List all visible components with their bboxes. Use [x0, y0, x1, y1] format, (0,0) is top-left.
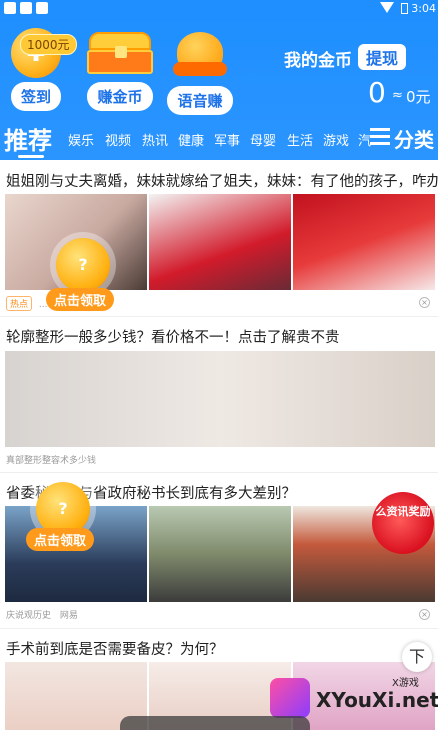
watermark-logo-icon	[270, 678, 310, 718]
reward-badge: 1000元	[20, 34, 77, 55]
article-thumbnail[interactable]	[149, 194, 291, 290]
wifi-icon	[380, 2, 394, 13]
tab-games[interactable]: 游戏	[323, 130, 349, 149]
my-coins-title: 我的金币	[284, 51, 352, 71]
tab-military[interactable]: 军事	[214, 130, 240, 149]
status-bar: 3:04	[0, 0, 438, 18]
category-button[interactable]: 分类	[394, 124, 434, 153]
tab-video[interactable]: 视频	[105, 130, 131, 149]
notification-icon	[36, 2, 48, 14]
article-source: 庆说观历史	[6, 611, 52, 621]
dismiss-icon[interactable]: ×	[419, 297, 430, 308]
claim-reward-button[interactable]: 点击领取	[26, 528, 95, 551]
red-packet-text: 么资讯奖励	[375, 505, 431, 518]
article-title[interactable]: 轮廓整形一般多少钱？看价格不一！点击了解贵不贵	[6, 326, 340, 347]
coin-balance: 0	[368, 76, 386, 109]
tab-life[interactable]: 生活	[287, 130, 313, 149]
watermark-text: XYouXi.net	[316, 688, 438, 712]
article-source: 真部整形整容术多少钱	[6, 456, 97, 466]
status-time: 3:04	[411, 2, 436, 15]
article-publisher: 网易	[59, 611, 78, 621]
tab-health[interactable]: 健康	[178, 130, 204, 149]
article-thumbnail[interactable]	[293, 194, 435, 290]
back-to-top-button[interactable]: 下	[402, 642, 432, 672]
watermark-small-text: X游戏	[392, 678, 419, 689]
battery-icon	[401, 3, 408, 14]
red-packet-reward[interactable]: 么资讯奖励	[372, 492, 434, 554]
article-thumbnail[interactable]	[149, 506, 291, 602]
header: ¥ 签到 1000元 赚金币 语音赚 我的金币 提现 0 ≈ 0元 推荐 娱乐 …	[0, 18, 438, 160]
cash-value: 0元	[406, 88, 431, 106]
voice-earn-button[interactable]: 语音赚	[167, 86, 233, 115]
notification-icon	[4, 2, 16, 14]
helmet-coin-icon	[173, 32, 227, 82]
treasure-chest-icon	[85, 32, 155, 76]
article-meta: 庆说观历史 网易	[6, 608, 78, 621]
active-tab-indicator	[18, 155, 44, 158]
checkin-button[interactable]: 签到	[10, 82, 61, 111]
divider	[0, 472, 438, 473]
tab-recommend[interactable]: 推荐	[4, 121, 52, 156]
divider	[0, 316, 438, 317]
approx-symbol: ≈	[392, 88, 403, 103]
tab-maternal[interactable]: 母婴	[250, 130, 276, 149]
article-image[interactable]	[5, 351, 435, 447]
withdraw-button[interactable]: 提现	[358, 44, 407, 70]
claim-reward-button[interactable]: 点击领取	[46, 288, 115, 311]
article-title[interactable]: 姐姐刚与丈夫离婚，妹妹就嫁给了姐夫，妹妹：有了他的孩子，咋办	[6, 170, 438, 191]
article-title[interactable]: 手术前到底是否需要备皮？为何？	[6, 638, 224, 659]
tab-entertainment[interactable]: 娱乐	[68, 130, 94, 149]
category-tabs: 推荐 娱乐 视频 热讯 健康 军事 母婴 生活 游戏 汽 分类	[0, 118, 438, 160]
voice-earn-action[interactable]: 语音赚	[162, 28, 238, 115]
divider	[0, 628, 438, 629]
earn-coins-button[interactable]: 赚金币	[87, 82, 153, 111]
menu-icon[interactable]	[370, 128, 390, 146]
article-meta: 真部整形整容术多少钱	[6, 453, 96, 466]
hot-badge: 热点	[6, 296, 33, 311]
notification-icon	[20, 2, 32, 14]
bottom-toast	[120, 716, 310, 730]
article-meta: 热点 ...	[6, 296, 47, 311]
tab-news[interactable]: 热讯	[142, 130, 168, 149]
dismiss-icon[interactable]: ×	[419, 609, 430, 620]
earn-coins-action[interactable]: 赚金币	[82, 28, 158, 111]
reward-coin-icon[interactable]: ?	[56, 238, 110, 292]
